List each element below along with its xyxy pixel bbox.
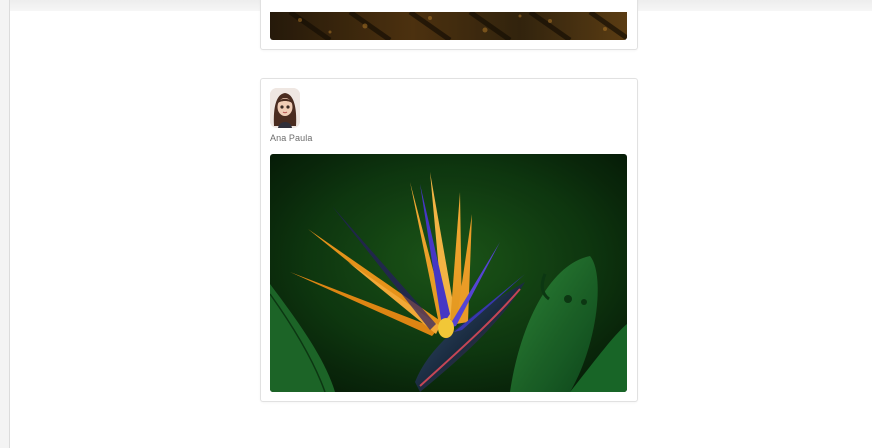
author-name[interactable]: Ana Paula (270, 133, 312, 143)
post-card: Ana Paula (260, 78, 638, 402)
post-image[interactable] (270, 154, 627, 392)
avatar[interactable] (270, 88, 300, 128)
left-scroll-edge (0, 0, 10, 448)
post-image[interactable] (270, 12, 627, 40)
post-card (260, 0, 638, 50)
